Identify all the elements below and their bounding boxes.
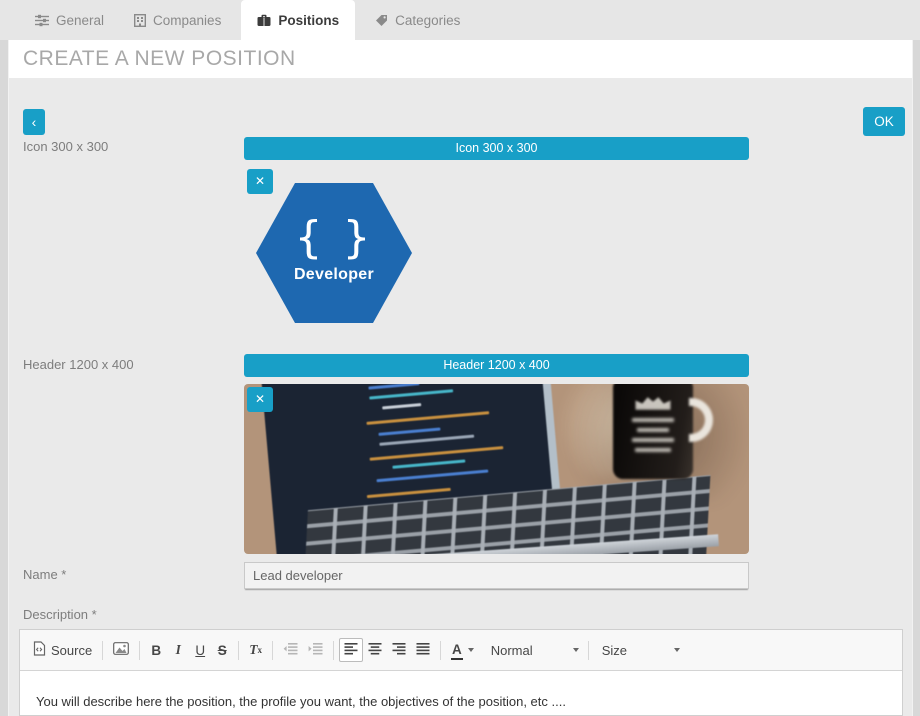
icon-upload-button[interactable]: Icon 300 x 300 bbox=[244, 137, 749, 160]
back-button[interactable]: ‹ bbox=[23, 109, 45, 135]
align-center-icon bbox=[368, 642, 382, 658]
code-line bbox=[382, 402, 421, 408]
mug-text-line bbox=[632, 438, 674, 442]
toolbar-separator bbox=[139, 641, 140, 660]
toolbar-separator bbox=[102, 641, 103, 660]
chevron-down-icon bbox=[573, 648, 579, 652]
text-color-letter: A bbox=[451, 642, 463, 660]
code-line bbox=[370, 389, 454, 399]
tab-bar: General Companies Positions Categories bbox=[0, 0, 920, 40]
icon-preview-hexagon: { } Developer bbox=[256, 183, 412, 323]
tab-label: General bbox=[56, 13, 104, 28]
chevron-down-icon bbox=[674, 648, 680, 652]
tab-label: Positions bbox=[278, 13, 339, 28]
source-label: Source bbox=[51, 643, 92, 658]
page-title: CREATE A NEW POSITION bbox=[9, 40, 912, 78]
align-left-button[interactable] bbox=[339, 638, 363, 662]
indent-icon bbox=[308, 642, 323, 658]
remove-format-x: x bbox=[257, 645, 262, 655]
toolbar-separator bbox=[272, 641, 273, 660]
toolbar-separator bbox=[333, 641, 334, 660]
tab-label: Categories bbox=[395, 13, 460, 28]
size-value: Size bbox=[602, 643, 627, 658]
crown-shape bbox=[635, 394, 671, 410]
image-icon bbox=[113, 642, 129, 658]
code-line bbox=[379, 427, 441, 435]
icon-preview-text: Developer bbox=[294, 266, 374, 284]
building-icon bbox=[134, 14, 146, 27]
name-label: Name * bbox=[23, 567, 66, 582]
sliders-icon bbox=[35, 14, 49, 27]
braces-icon: { } bbox=[295, 216, 374, 260]
source-icon bbox=[33, 641, 46, 659]
ok-button[interactable]: OK bbox=[863, 107, 905, 136]
header-upload-button[interactable]: Header 1200 x 400 bbox=[244, 354, 749, 377]
align-left-icon bbox=[344, 642, 358, 658]
source-button[interactable]: Source bbox=[28, 638, 97, 662]
editor-content[interactable]: You will describe here the position, the… bbox=[20, 671, 902, 711]
description-label: Description * bbox=[23, 607, 97, 622]
decrease-indent-button[interactable] bbox=[278, 638, 303, 662]
code-line bbox=[370, 446, 504, 461]
toolbar-separator bbox=[588, 641, 589, 660]
briefcase-icon bbox=[257, 14, 271, 27]
mug-text-line bbox=[637, 428, 669, 432]
insert-image-button[interactable] bbox=[108, 638, 134, 662]
page: General Companies Positions Categories C… bbox=[0, 0, 920, 716]
remove-format-t: T bbox=[249, 642, 257, 658]
remove-format-button[interactable]: Tx bbox=[244, 638, 267, 662]
title-bar: CREATE A NEW POSITION bbox=[9, 40, 912, 78]
header-preview-image bbox=[244, 384, 749, 554]
tag-icon bbox=[375, 14, 388, 27]
code-line bbox=[367, 487, 451, 497]
underline-button[interactable]: U bbox=[189, 638, 211, 662]
code-line bbox=[380, 434, 475, 445]
toolbar-separator bbox=[238, 641, 239, 660]
tab-general[interactable]: General bbox=[25, 0, 114, 40]
code-line bbox=[377, 470, 489, 483]
code-line bbox=[393, 460, 466, 469]
align-center-button[interactable] bbox=[363, 638, 387, 662]
tab-label: Companies bbox=[153, 13, 221, 28]
font-size-dropdown[interactable]: Size bbox=[598, 638, 684, 662]
icon-remove-button[interactable]: ✕ bbox=[247, 169, 273, 194]
strikethrough-button[interactable]: S bbox=[211, 638, 233, 662]
header-size-label: Header 1200 x 400 bbox=[23, 357, 134, 372]
align-right-button[interactable] bbox=[387, 638, 411, 662]
name-input[interactable] bbox=[244, 562, 749, 589]
tab-companies[interactable]: Companies bbox=[124, 0, 231, 40]
code-line bbox=[366, 411, 489, 425]
main-panel: CREATE A NEW POSITION ‹ OK Icon 300 x 30… bbox=[8, 40, 913, 716]
format-value: Normal bbox=[491, 643, 533, 658]
tab-categories[interactable]: Categories bbox=[365, 0, 470, 40]
outdent-icon bbox=[283, 642, 298, 658]
header-remove-button[interactable]: ✕ bbox=[247, 387, 273, 412]
align-right-icon bbox=[392, 642, 406, 658]
tab-positions[interactable]: Positions bbox=[241, 0, 355, 40]
description-editor: Source B I U S Tx bbox=[19, 629, 903, 716]
coffee-mug bbox=[613, 384, 694, 479]
editor-toolbar: Source B I U S Tx bbox=[20, 630, 902, 671]
code-line bbox=[369, 384, 419, 390]
mug-text-line bbox=[635, 448, 671, 452]
bold-button[interactable]: B bbox=[145, 638, 167, 662]
icon-size-label: Icon 300 x 300 bbox=[23, 139, 108, 154]
mug-text-line bbox=[632, 418, 674, 422]
chevron-down-icon bbox=[468, 648, 474, 652]
align-justify-button[interactable] bbox=[411, 638, 435, 662]
paragraph-format-dropdown[interactable]: Normal bbox=[487, 638, 583, 662]
align-justify-icon bbox=[416, 642, 430, 658]
text-color-button[interactable]: A bbox=[446, 638, 479, 662]
increase-indent-button[interactable] bbox=[303, 638, 328, 662]
toolbar-separator bbox=[440, 641, 441, 660]
italic-button[interactable]: I bbox=[167, 638, 189, 662]
